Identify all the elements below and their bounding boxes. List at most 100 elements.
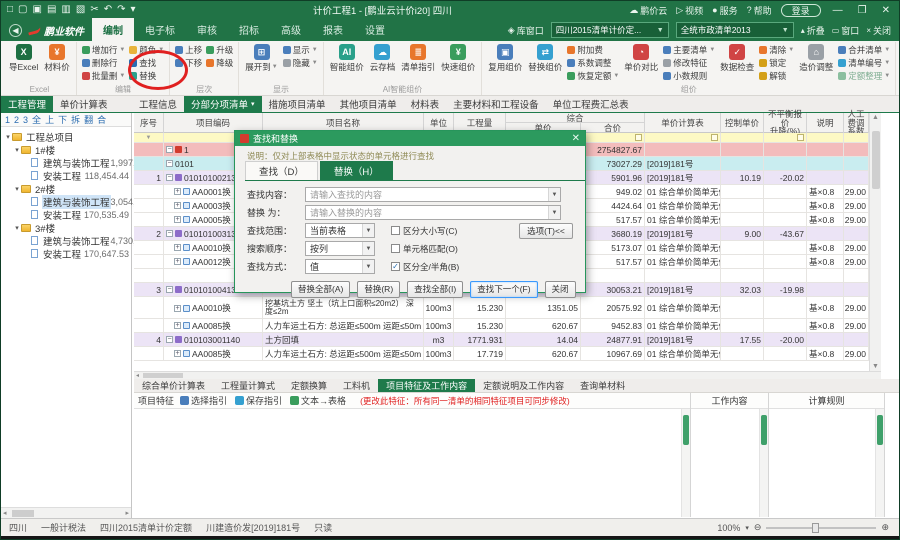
bottom-tab-3[interactable]: 定额换算 xyxy=(283,379,335,392)
chevron-down-icon[interactable]: ▼ xyxy=(362,260,374,273)
new-icon[interactable]: □ xyxy=(7,5,13,15)
menu-tab-7[interactable]: 设置 xyxy=(354,18,396,41)
swap-pricing-button[interactable]: ⇄替换组价 xyxy=(525,42,565,73)
promote-button[interactable]: 升级 xyxy=(204,44,235,56)
restore-quota-button[interactable]: 恢复定额▼ xyxy=(565,70,621,82)
replace-all-button[interactable]: 替换全部(A) xyxy=(291,281,350,298)
close-panel-button[interactable]: ×关闭 xyxy=(866,24,891,37)
tree-toolbar-button-3[interactable]: 3 xyxy=(23,115,28,125)
filter-icon[interactable]: ▼ xyxy=(146,135,152,141)
merge-list-button[interactable]: 合并清单▼ xyxy=(836,44,892,56)
cut-icon[interactable]: ✂ xyxy=(90,5,98,15)
options-button[interactable]: 选项(T)<< xyxy=(519,223,573,239)
bottom-tab-5[interactable]: 项目特征及工作内容 xyxy=(378,379,475,392)
text-to-table-button[interactable]: 文本→表格 xyxy=(290,394,346,407)
search-order-dropdown[interactable]: 按列 ▼ xyxy=(305,241,375,256)
table-vscrollbar[interactable]: ▲ ▼ xyxy=(869,113,881,371)
main-tab-6[interactable]: 主要材料和工程设备 xyxy=(446,96,546,112)
left-tab-2[interactable]: 单价计算表 xyxy=(53,96,115,112)
menu-tab-2[interactable]: 电子标 xyxy=(134,18,186,41)
login-button[interactable]: 登录 xyxy=(781,4,821,17)
window-button[interactable]: ▭窗口 xyxy=(832,24,860,37)
show-button[interactable]: 显示▼ xyxy=(281,44,320,56)
batch-delete-button[interactable]: 批量删▼ xyxy=(80,70,127,82)
add-row-button[interactable]: 增加行▼ xyxy=(80,44,127,56)
expand-plus-icon[interactable]: + xyxy=(174,322,181,329)
close-dialog-button[interactable]: 关闭 xyxy=(545,281,576,298)
tree-item[interactable]: 安装工程170,535.49 xyxy=(1,208,131,221)
bottom-tab-7[interactable]: 查询单材料 xyxy=(572,379,633,392)
main-tab-2[interactable]: 分部分项清单▾ xyxy=(184,96,262,112)
scroll-left-icon[interactable]: ◂ xyxy=(1,509,9,517)
filter-box-icon[interactable] xyxy=(635,134,642,141)
collapse-minus-icon[interactable]: − xyxy=(166,286,173,293)
dialog-close-icon[interactable]: ✕ xyxy=(572,133,580,144)
expand-to-button[interactable]: ⊞展开到▼ xyxy=(242,42,280,73)
main-tab-7[interactable]: 单位工程费汇总表 xyxy=(546,96,636,112)
zoom-out-icon[interactable]: ⊖ xyxy=(754,522,762,533)
tree-expand-icon[interactable]: ▾ xyxy=(13,224,21,232)
open-icon[interactable]: ▢ xyxy=(18,5,27,15)
surcharge-button[interactable]: 附加费 xyxy=(565,44,621,56)
chevron-down-icon[interactable]: ▼ xyxy=(548,188,560,201)
cost-adjust-button[interactable]: ⌂造价调整 xyxy=(796,42,836,73)
tree-item[interactable]: 建筑与装饰工程4,730,... xyxy=(1,234,131,247)
left-tab-1[interactable]: 工程管理 xyxy=(1,96,53,112)
menu-tab-4[interactable]: 招标 xyxy=(228,18,270,41)
main-tab-5[interactable]: 材料表 xyxy=(404,96,447,112)
menu-tab-5[interactable]: 高级 xyxy=(270,18,312,41)
work-content-scrollbar[interactable] xyxy=(759,409,768,517)
list-guide-button[interactable]: ≣清单指引 xyxy=(398,42,438,73)
feature-scrollbar[interactable] xyxy=(681,409,690,517)
close-button[interactable]: ✕ xyxy=(879,5,893,16)
expand-plus-icon[interactable]: + xyxy=(174,258,181,265)
tree-toolbar-button-1[interactable]: 1 xyxy=(5,115,10,125)
scroll-left-icon[interactable]: ◂ xyxy=(134,372,141,379)
chevron-down-icon[interactable]: ▼ xyxy=(362,224,374,237)
tree-item[interactable]: 安装工程118,454.44 xyxy=(1,169,131,182)
collapse-minus-icon[interactable]: − xyxy=(166,146,173,153)
main-tab-3[interactable]: 措施项目清单 xyxy=(262,96,333,112)
lock-button[interactable]: 锁定 xyxy=(757,57,796,69)
tree-expand-icon[interactable]: ▾ xyxy=(13,185,21,193)
scroll-thumb[interactable] xyxy=(761,415,767,445)
collapse-minus-icon[interactable]: − xyxy=(166,160,173,167)
tree-item[interactable]: 建筑与装饰工程3,054,... xyxy=(1,195,131,208)
find-all-button[interactable]: 查找全部(I) xyxy=(407,281,463,298)
collapse-button[interactable]: ▴折叠 xyxy=(801,24,825,37)
replace-with-combobox[interactable]: 请输入替换的内容 ▼ xyxy=(305,205,561,220)
library-window-button[interactable]: ◈库窗口 xyxy=(508,24,544,37)
table-row-item[interactable]: 4−010103001140土方回填m31771.93114.0424877.9… xyxy=(134,333,869,347)
search-range-dropdown[interactable]: 当前表格 ▼ xyxy=(305,223,375,238)
help-button[interactable]: ?帮助 xyxy=(747,4,772,17)
bottom-tab-6[interactable]: 定额说明及工作内容 xyxy=(475,379,572,392)
reuse-pricing-button[interactable]: ▣复用组价 xyxy=(485,42,525,73)
undo-icon[interactable]: ↶ xyxy=(104,5,112,15)
zoom-dropdown-icon[interactable]: ▾ xyxy=(745,524,749,532)
scroll-right-icon[interactable]: ▸ xyxy=(123,509,131,517)
demote-button[interactable]: 降级 xyxy=(204,57,235,69)
scroll-thumb[interactable] xyxy=(143,373,183,378)
column-header-coef[interactable]: 人工费调 系数 xyxy=(844,113,869,133)
save-icon[interactable]: ▣ xyxy=(33,5,42,15)
chevron-down-icon[interactable]: ▼ xyxy=(548,206,560,219)
menu-tab-6[interactable]: 报表 xyxy=(312,18,354,41)
bottom-tab-4[interactable]: 工料机 xyxy=(335,379,378,392)
scroll-thumb[interactable] xyxy=(872,131,880,189)
main-tab-4[interactable]: 其他项目清单 xyxy=(333,96,404,112)
dialog-titlebar[interactable]: 查找和替换 ✕ xyxy=(235,131,585,146)
data-check-button[interactable]: ✓数据检查 xyxy=(717,42,757,73)
find-next-button[interactable]: 查找下一个(F) xyxy=(470,281,537,298)
column-header-seq[interactable]: 序号 xyxy=(134,113,164,133)
scroll-thumb[interactable] xyxy=(877,415,883,445)
menu-tab-3[interactable]: 审核 xyxy=(186,18,228,41)
price-compare-button[interactable]: ◔单价对比 xyxy=(621,42,661,73)
hide-button[interactable]: 隐藏▼ xyxy=(281,57,320,69)
tree-expand-icon[interactable]: ▾ xyxy=(4,133,12,141)
chevron-down-icon[interactable]: ▼ xyxy=(362,242,374,255)
list-number-button[interactable]: 清单编号▼ xyxy=(836,57,892,69)
service-button[interactable]: ●服务 xyxy=(712,4,737,17)
tree-toolbar-button-6[interactable]: 下 xyxy=(58,113,67,126)
replace-button[interactable]: 替换(R) xyxy=(357,281,400,298)
cloud-service-button[interactable]: ☁鹏价云 xyxy=(629,4,667,17)
